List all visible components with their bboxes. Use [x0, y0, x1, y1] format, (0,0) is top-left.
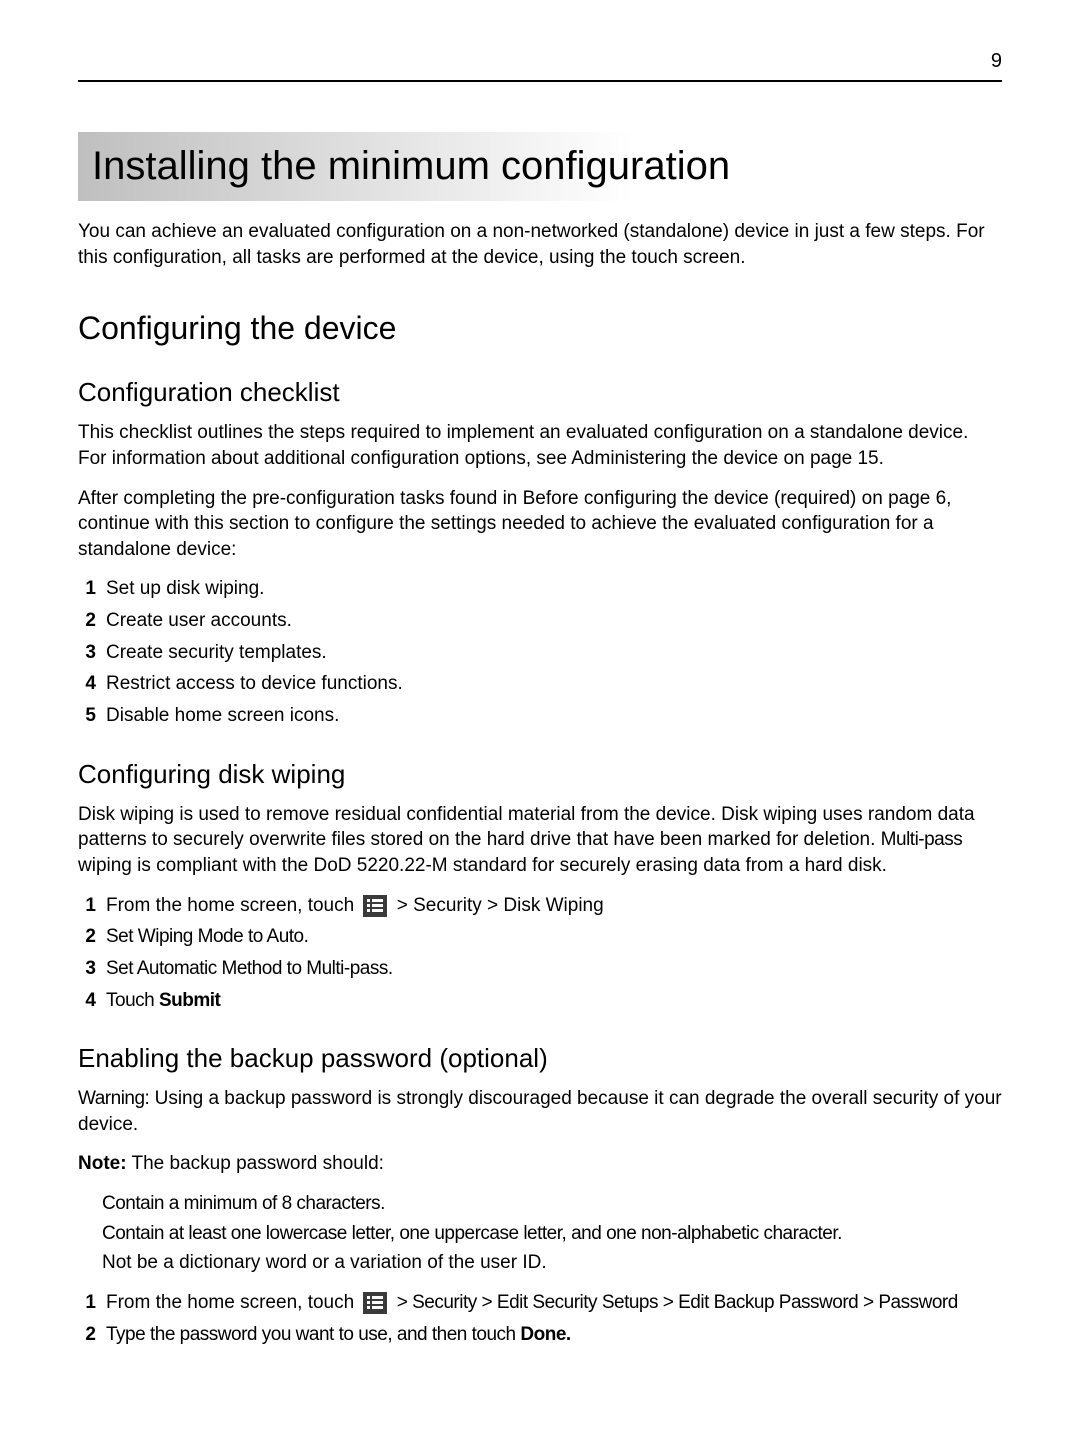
list-item: 4Restrict access to device functions. — [78, 671, 1002, 697]
list-item: 3Create security templates. — [78, 640, 1002, 666]
list-item: 4 Touch Submit — [78, 988, 1002, 1014]
checklist-heading: Configuration checklist — [78, 377, 1002, 408]
backup-password-block: Enabling the backup password (optional) … — [78, 1043, 1002, 1347]
checklist-list: 1Set up disk wiping. 2Create user accoun… — [78, 576, 1002, 728]
disk-wiping-heading: Configuring disk wiping — [78, 759, 1002, 790]
checklist-paragraph-1: This checklist outlines the steps requir… — [78, 420, 1002, 471]
warning-label: Warning: — [78, 1088, 149, 1109]
menu-icon — [363, 895, 387, 917]
backup-bullets: Contain a minimum of 8 characters. Conta… — [102, 1191, 1002, 1276]
list-item: 2Set Wiping Mode to Auto. — [78, 924, 1002, 950]
note-text: The backup password should: — [127, 1153, 384, 1174]
top-rule — [78, 80, 1002, 82]
checklist-item-4: Restrict access to device functions. — [106, 671, 403, 697]
disk-step-1: From the home screen, touch > Security >… — [106, 893, 604, 919]
section-configuring-device: Configuring the device — [78, 310, 1002, 347]
list-item: 5Disable home screen icons. — [78, 703, 1002, 729]
checklist-item-3: Create security templates. — [106, 640, 327, 666]
intro-paragraph: You can achieve an evaluated configurati… — [78, 219, 1002, 270]
page-number: 9 — [991, 50, 1002, 73]
note-label: Note: — [78, 1153, 127, 1174]
list-item: 1 From the home screen, touch > Security… — [78, 893, 1002, 919]
checklist-item-1: Set up disk wiping. — [106, 576, 264, 602]
backup-steps-list: 1 From the home screen, touch > Security… — [78, 1290, 1002, 1347]
list-item: 2 Type the password you want to use, and… — [78, 1322, 1002, 1348]
bullet-item: Contain a minimum of 8 characters. — [102, 1191, 1002, 1217]
list-item: 1 From the home screen, touch > Security… — [78, 1290, 1002, 1316]
checklist-item-5: Disable home screen icons. — [106, 703, 339, 729]
bullet-item: Not be a dictionary word or a variation … — [102, 1250, 1002, 1276]
checklist-item-2: Create user accounts. — [106, 608, 292, 634]
backup-step-2: Type the password you want to use, and t… — [106, 1322, 571, 1348]
list-item: 3Set Automatic Method to Multi‑pass. — [78, 956, 1002, 982]
backup-warning: Warning: Using a backup password is stro… — [78, 1086, 1002, 1137]
list-item: 1Set up disk wiping. — [78, 576, 1002, 602]
checklist-paragraph-2: After completing the pre‑configuration t… — [78, 486, 1002, 563]
warning-text: Using a backup password is strongly disc… — [78, 1088, 1002, 1135]
disk-text-b: Multi‑pass — [881, 829, 963, 850]
disk-wiping-block: Configuring disk wiping Disk wiping is u… — [78, 759, 1002, 1013]
disk-step-3: Set Automatic Method to Multi‑pass. — [106, 956, 393, 982]
disk-step-2: Set Wiping Mode to Auto. — [106, 924, 308, 950]
disk-wiping-paragraph: Disk wiping is used to remove residual c… — [78, 802, 1002, 879]
backup-note: Note: The backup password should: — [78, 1151, 1002, 1177]
disk-text-a: Disk wiping is used to remove residual c… — [78, 804, 975, 851]
disk-steps-list: 1 From the home screen, touch > Security… — [78, 893, 1002, 1014]
bullet-item: Contain at least one lowercase letter, o… — [102, 1221, 1002, 1247]
menu-icon — [363, 1292, 387, 1314]
disk-step-4: Touch Submit — [106, 988, 220, 1014]
page-title: Installing the minimum configuration — [78, 132, 1002, 201]
backup-password-heading: Enabling the backup password (optional) — [78, 1043, 1002, 1074]
disk-text-c: wiping is compliant with the DoD 5220.22… — [78, 855, 887, 876]
page: 9 Installing the minimum configuration Y… — [0, 0, 1080, 1437]
backup-step-1: From the home screen, touch > Security >… — [106, 1290, 958, 1316]
list-item: 2Create user accounts. — [78, 608, 1002, 634]
configuration-checklist-block: Configuration checklist This checklist o… — [78, 377, 1002, 728]
